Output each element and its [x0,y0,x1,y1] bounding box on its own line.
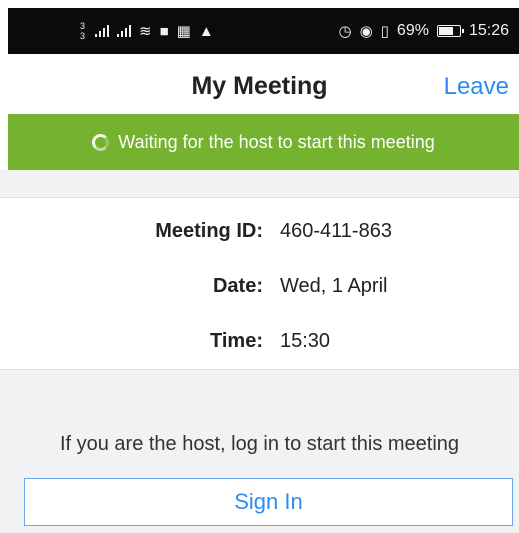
warning-icon: ▲ [198,22,214,40]
time-label: Time: [210,330,263,352]
signal-icon [95,25,110,37]
date-label: Date: [212,275,263,297]
leave-button[interactable]: Leave [444,73,509,101]
wifi-icon: ≋ [139,22,152,40]
status-bar: 3 3 ≋ ■ ▦ ▲ ◷ ◉ ▯ 69% 15:26 [8,8,519,54]
host-prompt: If you are the host, log in to start thi… [59,433,460,455]
sim-bottom-label: 3 [80,31,86,41]
sim-card-icon: ▦ [176,22,191,40]
sign-in-section: If you are the host, log in to start thi… [0,370,519,533]
section-divider [0,170,519,198]
nav-bar: My Meeting Leave [0,54,519,114]
sim-top-label: 3 [80,21,86,31]
waiting-message: Waiting for the host to start this meeti… [118,131,435,152]
meeting-details: Meeting ID: 460-411-863 Date: Wed, 1 Apr… [0,199,519,370]
waiting-banner: Waiting for the host to start this meeti… [8,114,519,170]
sim-indicator: 3 3 [80,21,85,41]
sign-in-button[interactable]: Sign In [24,478,513,526]
eye-icon: ◉ [359,22,373,40]
loading-spinner-icon [92,133,110,151]
battery-icon [436,25,464,37]
meeting-id-value: 460-411-863 [280,220,392,242]
date-value: Wed, 1 April [280,275,388,297]
status-time: 15:26 [468,22,509,39]
page-title: My Meeting [191,72,328,100]
vibrate-icon: ▯ [380,22,389,40]
status-left: 3 3 ≋ ■ ▦ ▲ [80,21,214,41]
alarm-icon: ◷ [338,22,352,40]
signal-icon [117,25,132,37]
battery-percent: 69% [396,22,429,39]
video-icon: ■ [159,22,169,40]
status-right: ◷ ◉ ▯ 69% 15:26 [338,22,509,40]
time-value: 15:30 [280,330,331,352]
meeting-id-label: Meeting ID: [155,220,263,242]
